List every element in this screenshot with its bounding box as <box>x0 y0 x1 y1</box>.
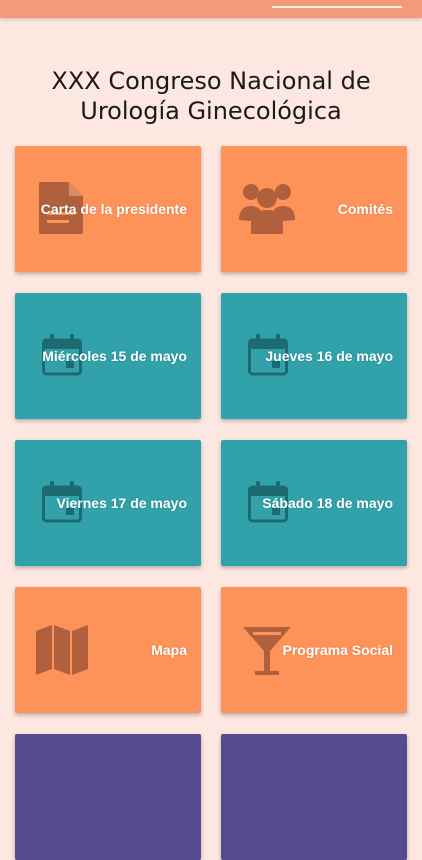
tile-label: Miércoles 15 de mayo <box>42 348 187 364</box>
tile-label: Comités <box>337 201 393 217</box>
tile-carta-presidente[interactable]: Carta de la presidente <box>15 146 201 272</box>
tile-jueves[interactable]: Jueves 16 de mayo <box>221 293 407 419</box>
tile-label: Viernes 17 de mayo <box>56 495 187 511</box>
tile-next-right[interactable] <box>221 734 407 860</box>
tile-next-left[interactable] <box>15 734 201 860</box>
tile-label: Sábado 18 de mayo <box>262 495 393 511</box>
tile-miercoles[interactable]: Miércoles 15 de mayo <box>15 293 201 419</box>
tile-programa-social[interactable]: Programa Social <box>221 587 407 713</box>
tile-label: Jueves 16 de mayo <box>265 348 393 364</box>
tile-mapa[interactable]: Mapa <box>15 587 201 713</box>
tile-sabado[interactable]: Sábado 18 de mayo <box>221 440 407 566</box>
app-logo <box>272 0 402 8</box>
title-line-2: Urología Ginecológica <box>80 97 342 126</box>
group-icon <box>239 184 295 234</box>
app-top-bar <box>0 0 422 18</box>
tile-comites[interactable]: Comités <box>221 146 407 272</box>
tile-label: Programa Social <box>282 642 394 658</box>
title-line-1: XXX Congreso Nacional de <box>51 67 371 96</box>
tile-viernes[interactable]: Viernes 17 de mayo <box>15 440 201 566</box>
page-title: XXX Congreso Nacional de Urología Gineco… <box>0 66 422 126</box>
map-icon <box>36 625 88 675</box>
tile-label: Carta de la presidente <box>40 201 187 217</box>
tile-label: Mapa <box>151 642 187 658</box>
